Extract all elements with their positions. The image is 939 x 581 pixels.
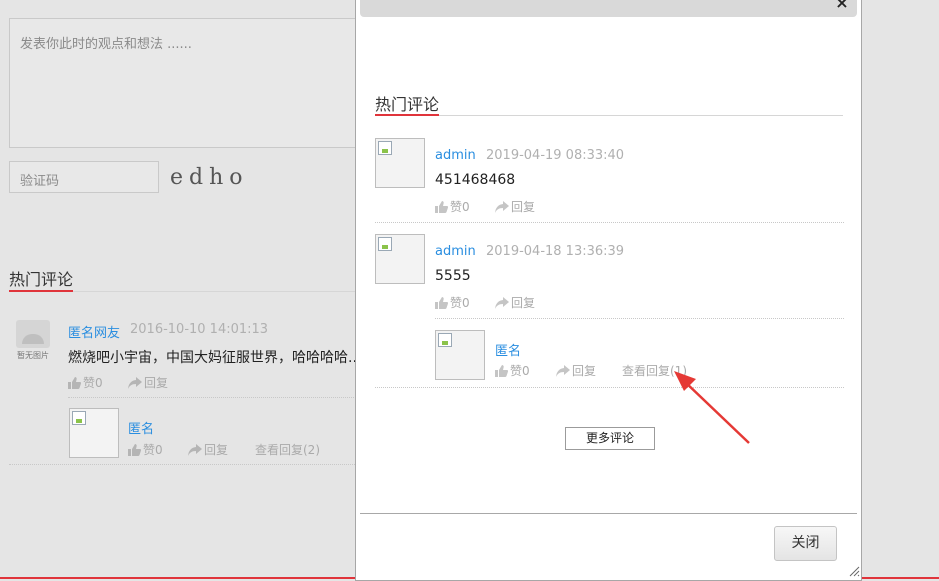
comment-user[interactable]: admin [435, 148, 476, 163]
reply-arrow-icon [495, 200, 509, 213]
captcha-image[interactable]: edho [170, 165, 290, 193]
comments-modal: × 热门评论 admin 2019-04-19 08:33:40 4514684… [355, 0, 862, 581]
reply-arrow-icon [495, 296, 509, 309]
reply-avatar [69, 408, 119, 458]
like-count: 赞0 [143, 443, 163, 457]
avatar [375, 234, 425, 284]
modal-header [360, 0, 857, 17]
comment-user[interactable]: 匿名网友 [68, 322, 120, 341]
thumbs-up-icon [435, 200, 448, 213]
comment-text: 451468468 [435, 172, 516, 188]
avatar: 暂无图片 [12, 318, 54, 362]
comment-textarea[interactable]: 发表你此时的观点和想法 ...... [9, 18, 369, 148]
more-comments-button[interactable]: 更多评论 [565, 427, 655, 450]
comment-divider [68, 397, 358, 398]
reply-button[interactable]: 回复 [128, 374, 168, 391]
like-button[interactable]: 赞0 [435, 294, 470, 311]
annotation-arrow-icon [674, 371, 750, 444]
no-image-icon [16, 320, 50, 348]
section-underline [9, 290, 73, 292]
comment-time: 2019-04-19 08:33:40 [486, 148, 625, 163]
section-divider [375, 115, 843, 116]
reply-label: 回复 [511, 296, 536, 310]
comment-text: 燃烧吧小宇宙，中国大妈征服世界，哈哈哈哈... [68, 350, 362, 366]
reply-button[interactable]: 回复 [495, 294, 535, 311]
thumbs-up-icon [128, 443, 141, 456]
modal-hot-comments-title: 热门评论 [375, 95, 440, 114]
comment-divider [435, 318, 844, 319]
like-count: 赞0 [450, 200, 470, 214]
view-replies-link[interactable]: 查看回复(2) [255, 441, 320, 458]
like-button[interactable]: 赞0 [435, 198, 470, 215]
avatar [375, 138, 425, 188]
broken-image-icon [72, 411, 86, 425]
section-underline [375, 114, 439, 116]
reply-label: 回复 [511, 200, 536, 214]
comment-divider [375, 387, 844, 388]
thumbs-up-icon [495, 364, 508, 377]
comment-text: 5555 [435, 268, 471, 284]
resize-grip-icon[interactable] [848, 565, 860, 577]
like-count: 赞0 [450, 296, 470, 310]
reply-user[interactable]: 匿名 [495, 340, 521, 359]
reply-button[interactable]: 回复 [188, 441, 228, 458]
like-button[interactable]: 赞0 [68, 374, 103, 391]
like-count: 赞0 [510, 364, 530, 378]
avatar-caption: 暂无图片 [17, 351, 49, 360]
hot-comments-title: 热门评论 [9, 270, 74, 289]
comment-divider [375, 222, 844, 223]
comment-user[interactable]: admin [435, 244, 476, 259]
reply-arrow-icon [188, 443, 202, 456]
like-button[interactable]: 赞0 [128, 441, 163, 458]
broken-image-icon [378, 141, 392, 155]
close-button[interactable]: 关闭 [774, 526, 837, 561]
captcha-input-placeholder: 验证码 [20, 174, 60, 189]
reply-button[interactable]: 回复 [556, 362, 596, 379]
reply-label: 回复 [144, 376, 169, 390]
broken-image-icon [378, 237, 392, 251]
comment-divider [9, 464, 359, 465]
reply-user[interactable]: 匿名 [128, 418, 154, 437]
comment-time: 2016-10-10 14:01:13 [130, 322, 269, 337]
captcha-input[interactable]: 验证码 [9, 161, 159, 193]
like-count: 赞0 [83, 376, 103, 390]
reply-label: 回复 [204, 443, 229, 457]
comment-textarea-placeholder: 发表你此时的观点和想法 ...... [20, 37, 192, 52]
close-icon[interactable]: × [834, 0, 850, 11]
like-button[interactable]: 赞0 [495, 362, 530, 379]
reply-arrow-icon [128, 376, 142, 389]
thumbs-up-icon [435, 296, 448, 309]
comment-time: 2019-04-18 13:36:39 [486, 244, 625, 259]
broken-image-icon [438, 333, 452, 347]
reply-avatar [435, 330, 485, 380]
thumbs-up-icon [68, 376, 81, 389]
reply-button[interactable]: 回复 [495, 198, 535, 215]
reply-label: 回复 [572, 364, 597, 378]
modal-footer-divider [360, 513, 857, 514]
reply-arrow-icon [556, 364, 570, 377]
